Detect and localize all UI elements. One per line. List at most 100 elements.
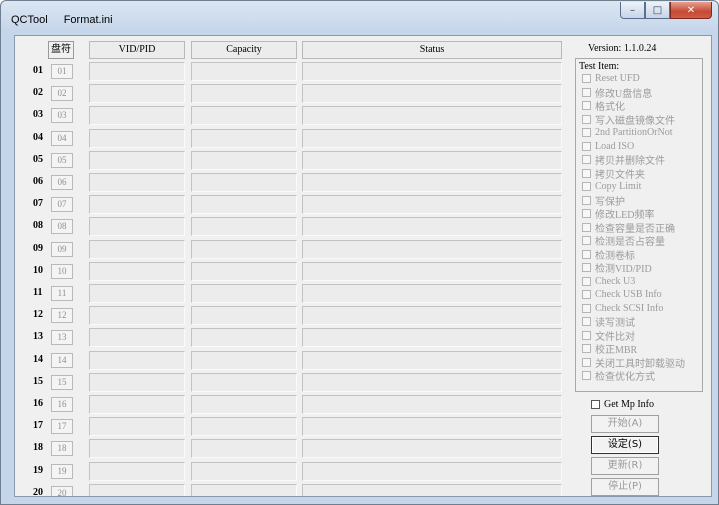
title-bar[interactable]: QCTool Format.ini – □ ✕	[1, 1, 718, 35]
status-cell	[302, 395, 562, 414]
test-item-label: Check U3	[595, 275, 636, 287]
checkbox-box[interactable]	[582, 236, 591, 245]
status-cell	[302, 195, 562, 215]
port-button[interactable]: 15	[51, 374, 73, 390]
port-button[interactable]: 11	[51, 286, 73, 301]
port-button[interactable]: 08	[51, 219, 73, 235]
checkbox-box[interactable]	[582, 128, 591, 137]
port-button[interactable]: 14	[51, 352, 73, 368]
get-mp-info-checkbox[interactable]: Get Mp Info	[591, 398, 654, 411]
header-status: Status	[302, 41, 562, 59]
start-button[interactable]: 开始(A)	[591, 415, 659, 433]
test-item-checkbox[interactable]: 写保护	[582, 194, 625, 208]
checkbox-box[interactable]	[582, 101, 591, 110]
port-button[interactable]: 16	[51, 397, 73, 412]
checkbox-box[interactable]	[582, 182, 591, 191]
checkbox-box[interactable]	[582, 87, 591, 97]
checkbox-box[interactable]	[582, 141, 591, 151]
capacity-cell	[191, 483, 297, 496]
test-item-checkbox[interactable]: 检测VID/PID	[582, 261, 652, 275]
port-button[interactable]: 04	[51, 130, 73, 146]
test-item-checkbox[interactable]: 写入磁盘镜像文件	[582, 113, 675, 127]
test-item-checkbox[interactable]: 修改LED频率	[582, 207, 654, 221]
checkbox-box[interactable]	[582, 344, 591, 353]
test-item-checkbox[interactable]: Check USB Info	[582, 288, 662, 301]
test-item-label: Load ISO	[595, 140, 635, 152]
checkbox-box[interactable]	[582, 330, 591, 340]
checkbox-box[interactable]	[582, 371, 591, 380]
capacity-cell	[191, 261, 297, 281]
status-cell	[302, 372, 562, 392]
test-item-checkbox[interactable]: 关闭工具时卸载驱动	[582, 356, 685, 370]
checkbox-box[interactable]	[582, 114, 591, 124]
port-button[interactable]: 09	[51, 241, 73, 257]
port-button[interactable]: 10	[51, 263, 73, 279]
test-item-checkbox[interactable]: Reset UFD	[582, 72, 640, 85]
checkbox-box[interactable]	[582, 290, 591, 299]
capacity-cell	[191, 84, 297, 104]
test-item-checkbox[interactable]: 文件比对	[582, 329, 635, 343]
port-button[interactable]: 06	[51, 175, 73, 190]
test-item-checkbox[interactable]: 检测是否占容量	[582, 234, 665, 248]
port-button[interactable]: 03	[51, 108, 73, 124]
checkbox-box[interactable]	[582, 263, 591, 272]
port-button[interactable]: 02	[51, 86, 73, 102]
caption-buttons: – □ ✕	[620, 2, 712, 20]
row-number: 18	[33, 442, 43, 454]
port-button[interactable]: 07	[51, 197, 73, 213]
port-button[interactable]: 18	[51, 441, 73, 457]
test-item-checkbox[interactable]: 检查优化方式	[582, 369, 655, 383]
checkbox-box[interactable]	[582, 222, 591, 232]
status-cell	[302, 84, 562, 104]
checkbox-box[interactable]	[582, 303, 591, 313]
port-button[interactable]: 19	[51, 463, 73, 479]
vidpid-cell	[89, 417, 185, 437]
close-button[interactable]: ✕	[670, 2, 712, 19]
close-icon: ✕	[686, 4, 696, 16]
test-item-checkbox[interactable]: 修改U盘信息	[582, 86, 652, 100]
test-item-checkbox[interactable]: 检查容量是否正确	[582, 221, 675, 235]
settings-button[interactable]: 设定(S)	[591, 436, 659, 454]
client-area: 盘符 VID/PID Capacity Status 01 01 02 02 03 03 0…	[14, 35, 712, 497]
test-item-checkbox[interactable]: Check U3	[582, 275, 635, 288]
stop-button[interactable]: 停止(P)	[591, 478, 659, 496]
minimize-button[interactable]: –	[620, 2, 645, 19]
capacity-cell	[191, 239, 297, 259]
test-item-checkbox[interactable]: Copy Limit	[582, 180, 641, 193]
port-button[interactable]: 12	[51, 308, 73, 324]
checkbox-box[interactable]	[582, 155, 591, 164]
maximize-button[interactable]: □	[645, 2, 670, 19]
header-drive: 盘符	[48, 41, 74, 59]
status-cell	[302, 306, 562, 326]
test-item-checkbox[interactable]: 读写测试	[582, 315, 635, 329]
checkbox-box[interactable]	[582, 276, 591, 286]
checkbox-box[interactable]	[582, 74, 591, 83]
capacity-cell	[191, 395, 297, 414]
test-item-checkbox[interactable]: 格式化	[582, 99, 625, 113]
checkbox-box[interactable]	[582, 249, 591, 259]
test-item-checkbox[interactable]: Load ISO	[582, 140, 634, 153]
test-item-checkbox[interactable]: 拷贝文件夹	[582, 167, 645, 181]
capacity-cell	[191, 350, 297, 370]
header-vidpid: VID/PID	[89, 41, 185, 59]
row-number: 17	[33, 420, 43, 432]
port-button[interactable]: 01	[51, 64, 73, 79]
test-item-checkbox[interactable]: 检测卷标	[582, 248, 635, 262]
test-item-checkbox[interactable]: 拷贝并删除文件	[582, 153, 665, 167]
port-button[interactable]: 05	[51, 152, 73, 168]
checkbox-box[interactable]	[582, 357, 591, 367]
port-button[interactable]: 13	[51, 330, 73, 346]
test-item-checkbox[interactable]: Check SCSI Info	[582, 302, 663, 315]
update-button[interactable]: 更新(R)	[591, 457, 659, 475]
row-number: 03	[33, 109, 43, 121]
row-number: 15	[33, 375, 43, 387]
test-item-checkbox[interactable]: 校正MBR	[582, 342, 637, 356]
checkbox-box[interactable]	[582, 317, 591, 326]
port-button[interactable]: 17	[51, 419, 73, 435]
test-item-checkbox[interactable]: 2nd PartitionOrNot	[582, 126, 673, 139]
checkbox-box[interactable]	[582, 195, 591, 205]
port-button[interactable]: 20	[51, 485, 73, 496]
checkbox-box[interactable]	[582, 209, 591, 218]
checkbox-box[interactable]	[582, 168, 591, 178]
checkbox-box[interactable]	[591, 400, 600, 409]
